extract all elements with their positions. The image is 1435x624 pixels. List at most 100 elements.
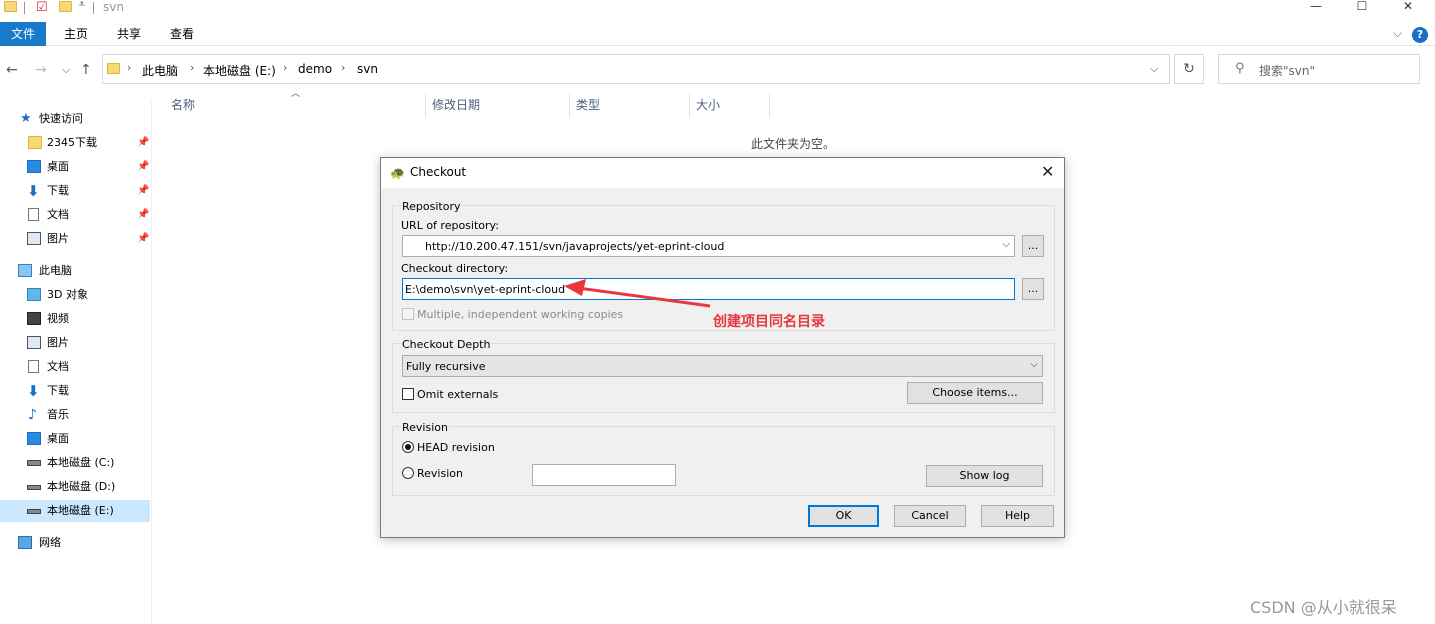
checkout-depth-label: Checkout Depth — [401, 338, 492, 351]
sidebar-item-music[interactable]: ♪ 音乐 — [0, 404, 150, 426]
breadcrumb-svn[interactable]: svn — [357, 62, 378, 76]
search-icon: ⚲ — [1235, 61, 1245, 76]
show-log-button[interactable]: Show log — [926, 465, 1043, 487]
sidebar-item-desktop[interactable]: 桌面 📌 — [0, 156, 150, 178]
annotation-arrow — [564, 279, 711, 308]
sidebar-item-pictures[interactable]: 图片 📌 — [0, 228, 150, 250]
desktop-icon — [27, 160, 41, 173]
sidebar-item-label: 网络 — [39, 536, 61, 549]
breadcrumb-demo[interactable]: demo — [298, 62, 332, 76]
tab-file[interactable]: 文件 — [0, 22, 46, 46]
download-arrow-icon: ⬇ — [27, 382, 40, 400]
sidebar-item-label: 文档 — [47, 360, 69, 373]
sidebar-item-pictures-pc[interactable]: 图片 — [0, 332, 150, 354]
ribbon: 文件 主页 共享 查看 ⌵ ? — [0, 22, 1435, 46]
back-arrow-icon[interactable]: ← — [6, 62, 18, 78]
help-button[interactable]: Help — [981, 505, 1054, 527]
breadcrumb-drive-e[interactable]: 本地磁盘 (E:) — [203, 62, 276, 79]
sidebar-item-videos[interactable]: 视频 — [0, 308, 150, 330]
revision-radio[interactable] — [402, 467, 414, 479]
sidebar-item-label: 2345下载 — [47, 136, 97, 149]
sidebar-item-drive-d[interactable]: 本地磁盘 (D:) — [0, 476, 150, 498]
help-icon[interactable]: ? — [1412, 27, 1428, 43]
up-arrow-icon[interactable]: ↑ — [80, 62, 92, 78]
ok-button[interactable]: OK — [808, 505, 879, 527]
depth-select[interactable]: Fully recursive ⌵ — [402, 355, 1043, 377]
column-divider[interactable] — [769, 94, 770, 118]
sidebar-item-documents-pc[interactable]: 文档 — [0, 356, 150, 378]
forward-arrow-icon[interactable]: → — [35, 62, 47, 78]
title-divider — [93, 2, 94, 14]
omit-externals-label: Omit externals — [417, 388, 499, 401]
empty-folder-message: 此文件夹为空。 — [751, 137, 836, 151]
chevron-right-icon: › — [190, 61, 195, 74]
pin-icon[interactable]: 📌 — [137, 132, 149, 154]
chevron-down-icon[interactable]: ⌵ — [1030, 359, 1038, 370]
title-bar: ☑ ⩡ svn — ☐ ✕ — [0, 0, 1435, 20]
title-divider — [24, 2, 25, 14]
recent-locations-icon[interactable]: ⌵ — [62, 63, 70, 77]
new-folder-icon[interactable] — [59, 1, 72, 12]
column-divider[interactable] — [569, 94, 570, 118]
ribbon-expand-icon[interactable]: ⌵ — [1393, 26, 1402, 41]
quick-access-dropdown-icon[interactable]: ⩡ — [79, 0, 85, 15]
column-header-size[interactable]: 大小 — [696, 94, 720, 118]
choose-items-button[interactable]: Choose items... — [907, 382, 1043, 404]
sidebar-item-2345-downloads[interactable]: 2345下载 📌 — [0, 132, 150, 154]
properties-icon[interactable]: ☑ — [36, 0, 48, 16]
window-title: svn — [103, 0, 124, 14]
folder-icon — [28, 136, 42, 149]
column-header-modified[interactable]: 修改日期 — [432, 94, 480, 118]
refresh-button[interactable]: ↻ — [1174, 54, 1204, 84]
address-bar[interactable]: › 此电脑 › 本地磁盘 (E:) › demo › svn ⌵ — [102, 54, 1170, 84]
multiple-copies-checkbox[interactable] — [402, 308, 414, 320]
column-header-type[interactable]: 类型 — [576, 94, 600, 118]
sidebar-item-downloads[interactable]: ⬇ 下载 📌 — [0, 180, 150, 202]
sidebar-item-quick-access[interactable]: ★ 快速访问 — [0, 108, 150, 130]
video-icon — [27, 312, 41, 325]
pin-icon[interactable]: 📌 — [137, 204, 149, 226]
sidebar-item-documents[interactable]: 文档 📌 — [0, 204, 150, 226]
desktop-icon — [27, 432, 41, 445]
column-divider[interactable] — [425, 94, 426, 118]
pin-icon[interactable]: 📌 — [137, 228, 149, 250]
revision-input[interactable] — [532, 464, 676, 486]
sidebar-item-label: 音乐 — [47, 408, 69, 421]
annotation-text: 创建项目同名目录 — [713, 314, 825, 330]
sidebar-item-label: 本地磁盘 (E:) — [47, 504, 114, 517]
address-dropdown-icon[interactable]: ⌵ — [1150, 62, 1158, 76]
search-input[interactable]: ⚲ 搜索"svn" — [1218, 54, 1420, 84]
tab-share[interactable]: 共享 — [104, 22, 154, 46]
sidebar-item-this-pc[interactable]: 此电脑 — [0, 260, 150, 282]
computer-icon — [18, 264, 32, 277]
chevron-down-icon[interactable]: ⌵ — [1002, 239, 1010, 250]
sidebar-item-drive-e[interactable]: 本地磁盘 (E:) — [0, 500, 150, 522]
tab-home[interactable]: 主页 — [52, 22, 100, 46]
download-arrow-icon: ⬇ — [27, 182, 40, 200]
music-note-icon: ♪ — [28, 407, 37, 423]
tortoise-icon: 🐢 — [390, 166, 405, 180]
sidebar-item-label: 文档 — [47, 208, 69, 221]
browse-url-button[interactable]: ... — [1022, 235, 1044, 257]
cancel-button[interactable]: Cancel — [894, 505, 966, 527]
pin-icon[interactable]: 📌 — [137, 156, 149, 178]
sidebar-item-desktop-pc[interactable]: 桌面 — [0, 428, 150, 450]
sidebar-item-downloads-pc[interactable]: ⬇ 下载 — [0, 380, 150, 402]
sidebar-item-network[interactable]: 网络 — [0, 532, 150, 554]
browse-dir-button[interactable]: ... — [1022, 278, 1044, 300]
maximize-button[interactable]: ☐ — [1339, 0, 1385, 14]
head-revision-radio[interactable] — [402, 441, 414, 453]
minimize-button[interactable]: — — [1293, 0, 1339, 14]
breadcrumb-this-pc[interactable]: 此电脑 — [142, 62, 178, 79]
url-combobox[interactable]: http://10.200.47.151/svn/javaprojects/ye… — [402, 235, 1015, 257]
pin-icon[interactable]: 📌 — [137, 180, 149, 202]
checkout-dir-value: E:\demo\svn\yet-eprint-cloud — [405, 283, 566, 296]
column-header-name[interactable]: 名称 — [171, 94, 195, 118]
tab-view[interactable]: 查看 — [158, 22, 206, 46]
omit-externals-checkbox[interactable] — [402, 388, 414, 400]
sidebar-item-3d-objects[interactable]: 3D 对象 — [0, 284, 150, 306]
sidebar-item-drive-c[interactable]: 本地磁盘 (C:) — [0, 452, 150, 474]
close-button[interactable]: ✕ — [1385, 0, 1431, 14]
dialog-close-button[interactable]: ✕ — [1041, 162, 1054, 181]
column-divider[interactable] — [689, 94, 690, 118]
